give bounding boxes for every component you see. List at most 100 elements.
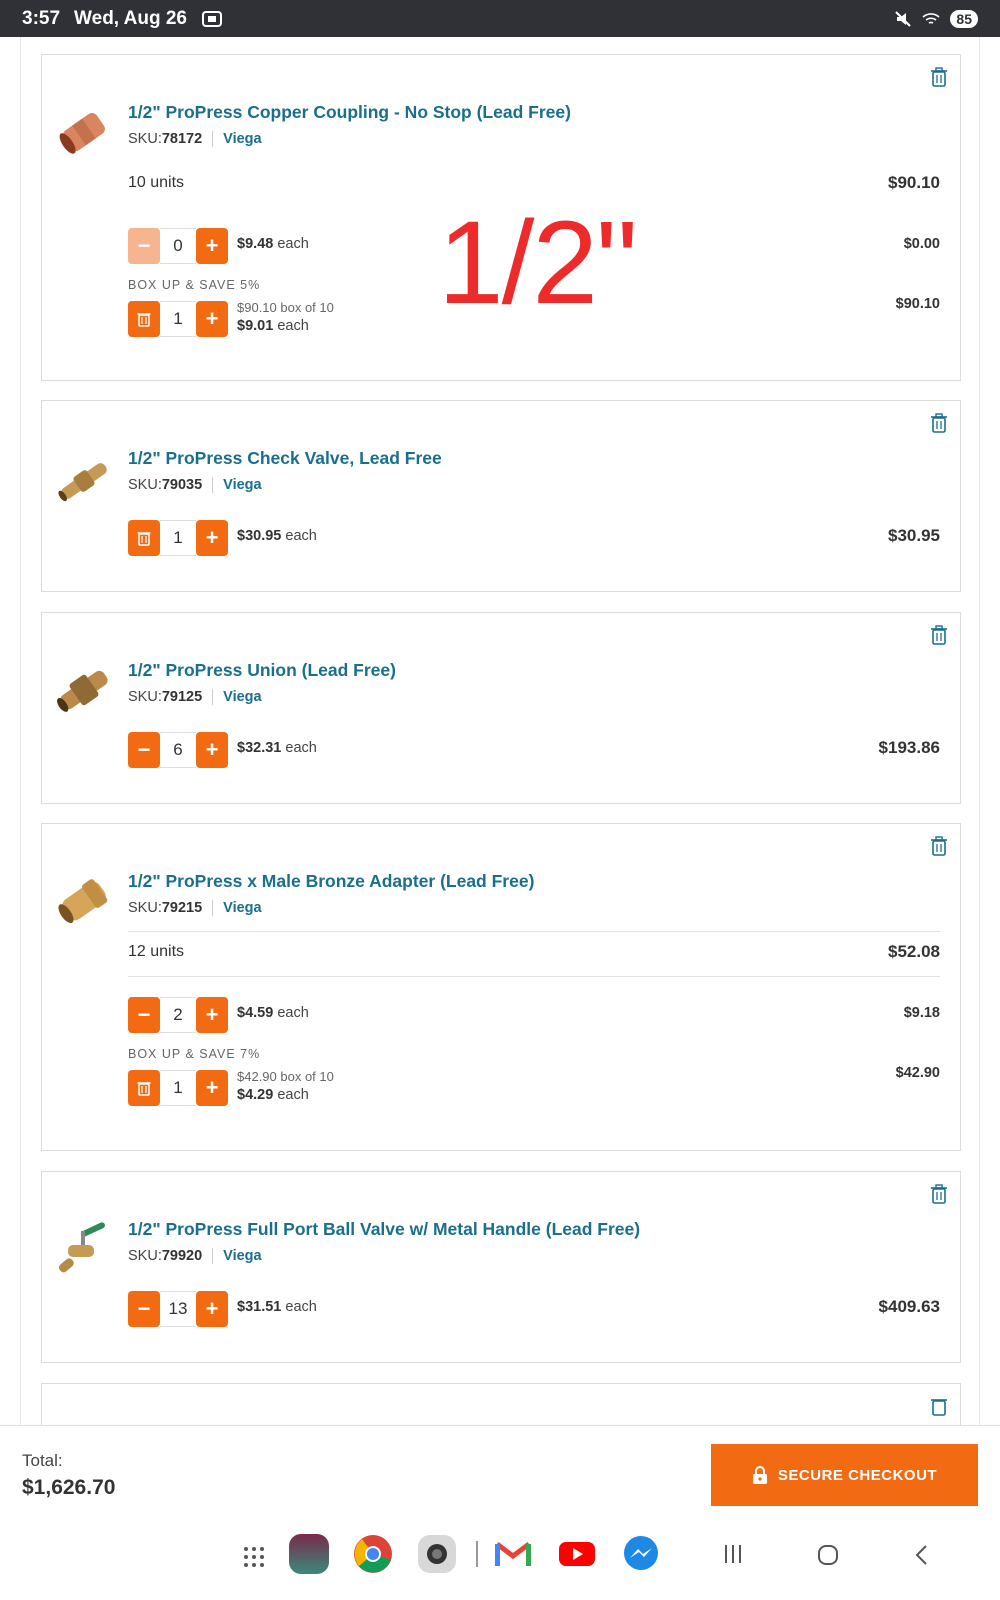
divider bbox=[128, 976, 940, 977]
quantity-input[interactable]: 6 bbox=[160, 732, 196, 768]
box-unit-price: $4.29 each bbox=[237, 1086, 334, 1105]
each-label: each bbox=[285, 1299, 317, 1315]
sub-total: $9.18 bbox=[903, 1005, 940, 1021]
trash-icon bbox=[137, 1082, 151, 1096]
product-image[interactable] bbox=[52, 1217, 116, 1281]
chrome-icon[interactable] bbox=[353, 1534, 393, 1574]
status-time: 3:57 bbox=[22, 7, 61, 29]
trash-icon[interactable] bbox=[930, 1396, 948, 1416]
remove-box-button[interactable] bbox=[128, 301, 160, 337]
app-drawer-icon[interactable] bbox=[242, 1545, 266, 1569]
box-quantity-stepper: 1 + bbox=[128, 1070, 228, 1106]
home-icon[interactable] bbox=[816, 1543, 840, 1567]
gmail-icon[interactable] bbox=[493, 1534, 533, 1574]
quantity-input[interactable]: 1 bbox=[160, 520, 196, 556]
brand-link[interactable]: Viega bbox=[223, 1248, 261, 1264]
increase-button[interactable]: + bbox=[196, 732, 228, 768]
sub-total: $0.00 bbox=[903, 236, 940, 252]
status-date: Wed, Aug 26 bbox=[74, 7, 187, 29]
quantity-input[interactable]: 13 bbox=[160, 1291, 196, 1327]
product-sku: SKU: 79920 Viega bbox=[128, 1248, 262, 1264]
sku-value: 79125 bbox=[161, 689, 203, 705]
quantity-input[interactable]: 2 bbox=[160, 997, 196, 1033]
cart-item: 1/2" ProPress x Male Bronze Adapter (Lea… bbox=[41, 823, 961, 1151]
product-title[interactable]: 1/2" ProPress Check Valve, Lead Free bbox=[128, 448, 442, 469]
increase-box-button[interactable]: + bbox=[196, 301, 228, 337]
unit-price-value: $30.95 bbox=[237, 528, 282, 544]
unit-price: $30.95 each bbox=[237, 528, 317, 544]
units-count: 10 units bbox=[128, 174, 185, 191]
increase-button[interactable]: + bbox=[196, 520, 228, 556]
trash-icon[interactable] bbox=[930, 1184, 948, 1204]
sku-label: SKU: bbox=[128, 477, 162, 493]
trash-icon[interactable] bbox=[930, 413, 948, 433]
product-sku: SKU: 79035 Viega bbox=[128, 477, 262, 493]
brand-link[interactable]: Viega bbox=[223, 689, 261, 705]
box-quantity-input[interactable]: 1 bbox=[160, 1070, 196, 1106]
brand-link[interactable]: Viega bbox=[223, 131, 261, 147]
box-unit-price-value: $9.01 bbox=[237, 318, 274, 334]
remove-item-button[interactable] bbox=[128, 520, 160, 556]
sku-value: 79920 bbox=[161, 1248, 203, 1264]
camera-icon[interactable] bbox=[417, 1534, 457, 1574]
trash-icon[interactable] bbox=[930, 836, 948, 856]
increase-button[interactable]: + bbox=[196, 228, 228, 264]
trash-icon[interactable] bbox=[930, 67, 948, 87]
trash-icon[interactable] bbox=[930, 625, 948, 645]
quantity-stepper: − 2 + bbox=[128, 997, 228, 1033]
each-label: each bbox=[277, 236, 309, 252]
divider bbox=[128, 931, 940, 932]
decrease-button[interactable]: − bbox=[128, 997, 160, 1033]
product-image[interactable] bbox=[52, 869, 116, 933]
product-title[interactable]: 1/2" ProPress x Male Bronze Adapter (Lea… bbox=[128, 871, 534, 892]
increase-button[interactable]: + bbox=[196, 997, 228, 1033]
app-icon[interactable] bbox=[289, 1534, 329, 1574]
recents-icon[interactable] bbox=[722, 1543, 744, 1565]
product-image[interactable] bbox=[52, 100, 116, 164]
units-count: 12 units bbox=[128, 943, 185, 960]
product-sku: SKU: 78172 Viega bbox=[128, 131, 262, 147]
youtube-icon[interactable] bbox=[557, 1534, 597, 1574]
remove-box-button[interactable] bbox=[128, 1070, 160, 1106]
sku-value: 79215 bbox=[161, 900, 203, 916]
product-title[interactable]: 1/2" ProPress Copper Coupling - No Stop … bbox=[128, 102, 571, 123]
increase-button[interactable]: + bbox=[196, 1291, 228, 1327]
decrease-button[interactable]: − bbox=[128, 228, 160, 264]
messenger-icon[interactable] bbox=[621, 1534, 661, 1574]
quantity-stepper: − 13 + bbox=[128, 1291, 228, 1327]
box-quantity-input[interactable]: 1 bbox=[160, 301, 196, 337]
product-title[interactable]: 1/2" ProPress Full Port Ball Valve w/ Me… bbox=[128, 1219, 640, 1240]
cart-item bbox=[41, 1383, 961, 1425]
box-sub-total: $90.10 bbox=[895, 296, 940, 312]
trash-icon bbox=[137, 532, 151, 546]
sku-label: SKU: bbox=[128, 689, 162, 705]
product-title[interactable]: 1/2" ProPress Union (Lead Free) bbox=[128, 660, 396, 681]
decrease-button[interactable]: − bbox=[128, 732, 160, 768]
increase-box-button[interactable]: + bbox=[196, 1070, 228, 1106]
line-total: $30.95 bbox=[888, 526, 940, 545]
quantity-input[interactable]: 0 bbox=[160, 228, 196, 264]
battery-indicator: 85 bbox=[950, 9, 978, 28]
each-label: each bbox=[277, 1087, 309, 1103]
unit-price: $9.48 each bbox=[237, 236, 309, 252]
brand-link[interactable]: Viega bbox=[223, 477, 261, 493]
product-image[interactable] bbox=[52, 658, 116, 722]
box-sub-total: $42.90 bbox=[895, 1065, 940, 1081]
box-up-label: BOX UP & SAVE 7% bbox=[128, 1047, 261, 1061]
each-label: each bbox=[277, 1005, 309, 1021]
brand-link[interactable]: Viega bbox=[223, 900, 261, 916]
box-price: $42.90 box of 10 bbox=[237, 1069, 334, 1084]
unit-price-value: $31.51 bbox=[237, 1299, 282, 1315]
line-total: $52.08 bbox=[888, 942, 940, 961]
back-icon[interactable] bbox=[912, 1543, 932, 1567]
total-value: $1,626.70 bbox=[22, 1476, 116, 1499]
box-price: $90.10 box of 10 bbox=[237, 300, 334, 315]
sku-label: SKU: bbox=[128, 1248, 162, 1264]
each-label: each bbox=[277, 318, 309, 334]
cart-footer: Total: $1,626.70 SECURE CHECKOUT bbox=[0, 1425, 1000, 1517]
box-up-label: BOX UP & SAVE 5% bbox=[128, 278, 261, 292]
decrease-button[interactable]: − bbox=[128, 1291, 160, 1327]
quantity-stepper: 1 + bbox=[128, 520, 228, 556]
secure-checkout-button[interactable]: SECURE CHECKOUT bbox=[711, 1444, 978, 1506]
product-image[interactable] bbox=[52, 449, 116, 513]
